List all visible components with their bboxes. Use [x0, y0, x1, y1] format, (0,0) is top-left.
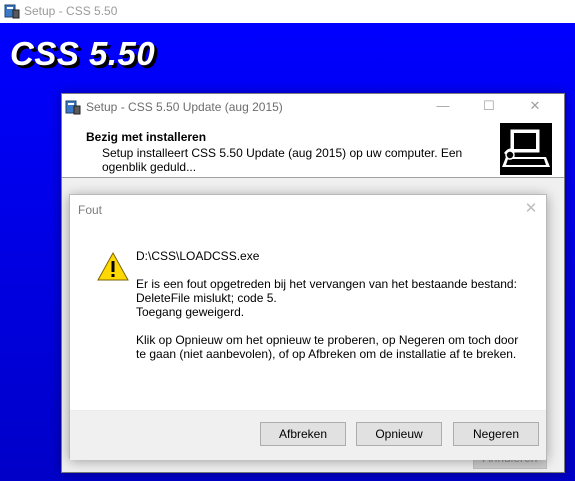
- outer-titlebar: Setup - CSS 5.50: [0, 0, 575, 23]
- error-dialog-title: Fout: [78, 203, 103, 217]
- installer-header: Bezig met installeren Setup installeert …: [62, 120, 564, 178]
- minimize-button[interactable]: —: [420, 94, 466, 120]
- computer-install-icon: [500, 123, 552, 175]
- error-dialog-titlebar: Fout ✕: [70, 195, 546, 223]
- error-file-path: D:\CSS\LOADCSS.exe: [136, 249, 260, 263]
- installer-app-icon: [65, 100, 81, 115]
- maximize-button[interactable]: ☐: [466, 94, 512, 120]
- error-dialog-footer: Afbreken Opnieuw Negeren: [70, 410, 546, 460]
- error-reason-line: Toegang geweigerd.: [136, 305, 245, 319]
- error-instructions: Klik op Opnieuw om het opnieuw te prober…: [136, 333, 519, 361]
- error-code-line: DeleteFile mislukt; code 5.: [136, 291, 277, 305]
- abort-button[interactable]: Afbreken: [260, 422, 346, 446]
- backdrop-title: CSS 5.50: [10, 35, 156, 72]
- installer-close-button[interactable]: ✕: [512, 94, 558, 120]
- error-dialog-close-button[interactable]: ✕: [516, 197, 546, 221]
- setup-app-icon: [4, 4, 20, 19]
- installer-window-title: Setup - CSS 5.50 Update (aug 2015): [86, 100, 283, 114]
- error-dialog: Fout ✕ D:\CSS\LOADCSS.exe Er is een fout…: [69, 194, 547, 460]
- retry-button[interactable]: Opnieuw: [356, 422, 442, 446]
- installer-header-description: Setup installeert CSS 5.50 Update (aug 2…: [102, 146, 463, 174]
- error-description-line: Er is een fout opgetreden bij het vervan…: [136, 277, 517, 291]
- installer-header-title: Bezig met installeren: [86, 130, 207, 144]
- installer-titlebar: Setup - CSS 5.50 Update (aug 2015) — ☐ ✕: [62, 94, 564, 120]
- error-message: D:\CSS\LOADCSS.exe Er is een fout opgetr…: [136, 249, 528, 374]
- ignore-button[interactable]: Negeren: [453, 422, 539, 446]
- warning-icon: [97, 251, 129, 281]
- outer-window-title: Setup - CSS 5.50: [24, 4, 118, 18]
